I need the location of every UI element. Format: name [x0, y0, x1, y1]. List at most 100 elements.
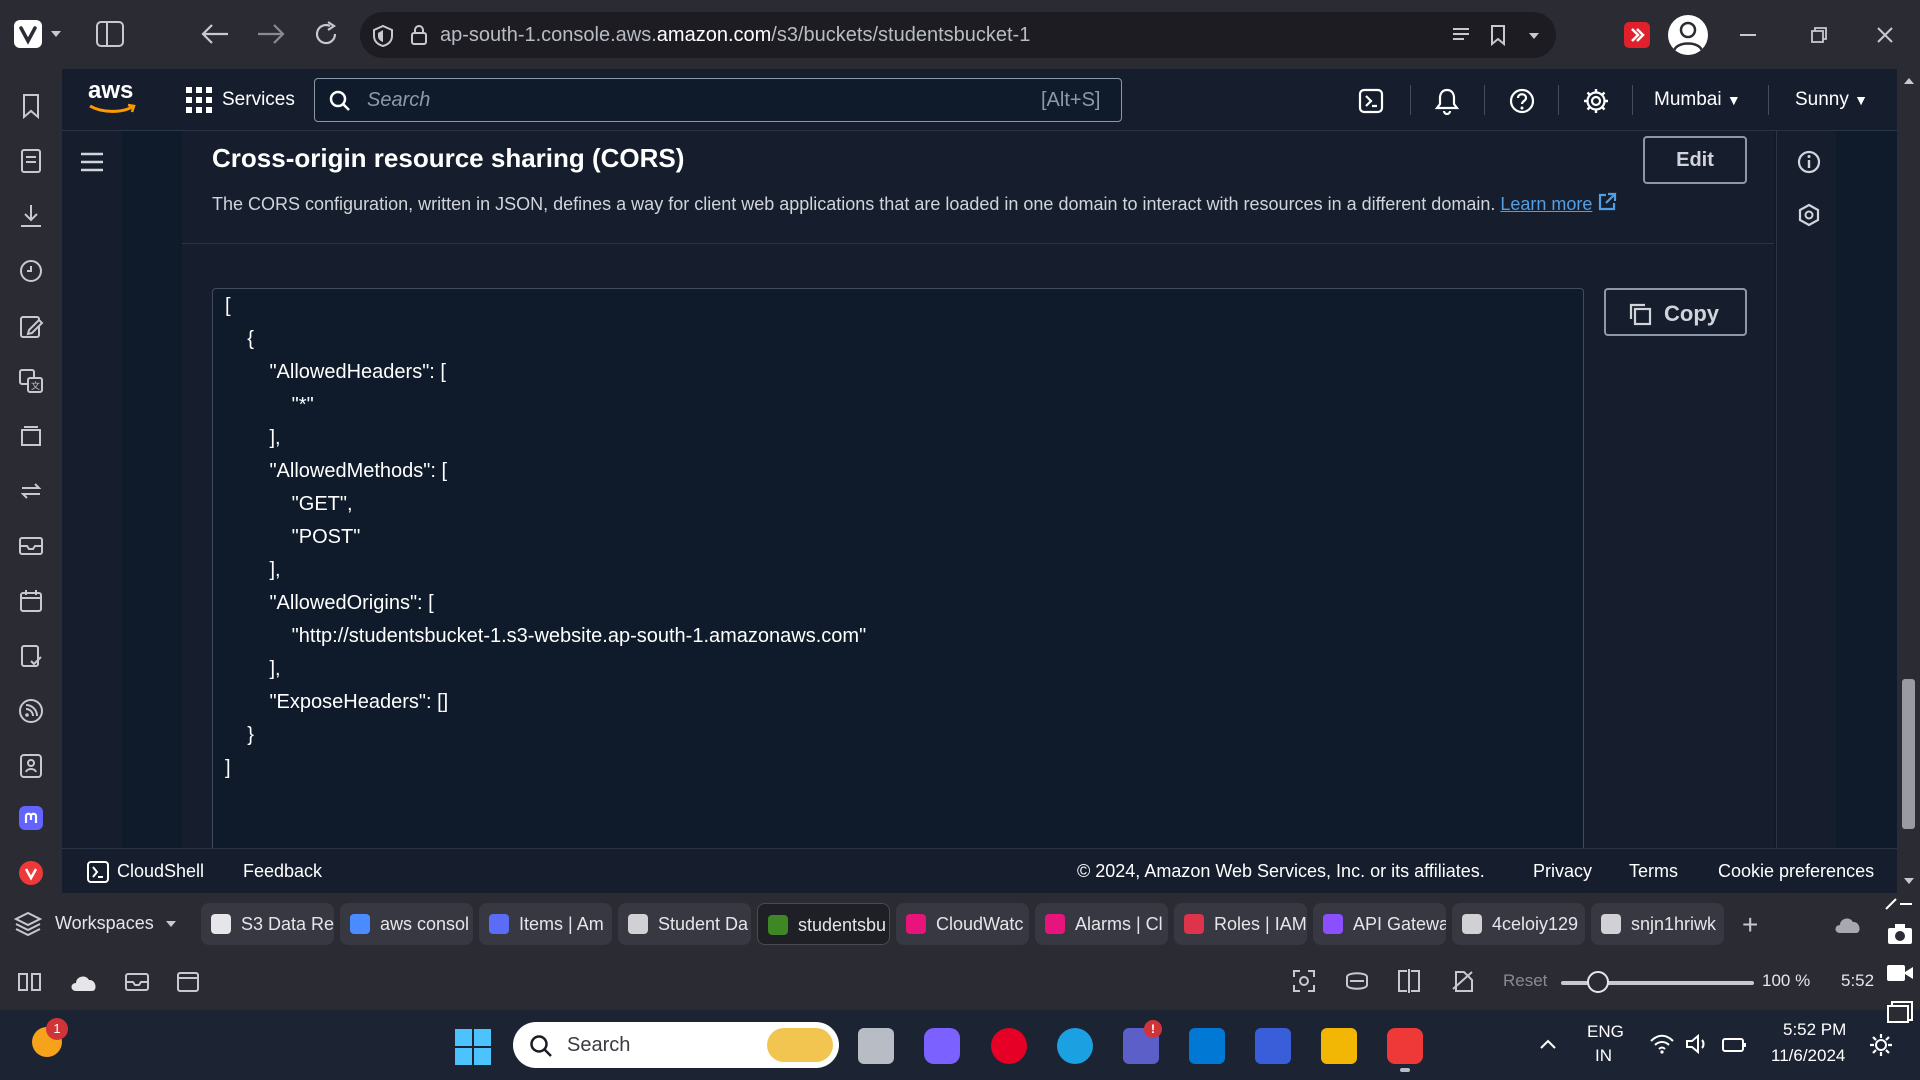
browser-tab[interactable]: Student Da — [618, 903, 751, 945]
profile-avatar-icon[interactable] — [1668, 15, 1708, 55]
zoom-slider-knob[interactable] — [1586, 971, 1609, 993]
reload-icon[interactable] — [312, 20, 340, 48]
downloads-icon[interactable] — [17, 202, 45, 230]
aws-search-input[interactable]: Search [Alt+S] — [314, 78, 1122, 122]
store-icon[interactable] — [1189, 1028, 1225, 1064]
cloudshell-footer-icon[interactable] — [86, 860, 110, 884]
notification-center-icon[interactable] — [1868, 1032, 1894, 1058]
file-explorer-icon[interactable] — [1321, 1028, 1357, 1064]
external-link-icon[interactable] — [1597, 192, 1617, 217]
contacts-icon[interactable] — [17, 752, 45, 780]
translate-icon[interactable]: 文 — [17, 367, 45, 395]
notes-icon[interactable] — [17, 312, 45, 340]
task-view-icon[interactable] — [858, 1028, 894, 1064]
workspaces-icon[interactable] — [14, 911, 42, 937]
screenshot-icon[interactable] — [1292, 969, 1316, 993]
shield-icon[interactable] — [372, 24, 394, 48]
volume-icon[interactable] — [1685, 1034, 1709, 1054]
vivaldi-icon[interactable] — [19, 861, 43, 885]
feedback-link[interactable]: Feedback — [243, 861, 322, 882]
browser-tab[interactable]: aws consol — [340, 903, 473, 945]
terms-link[interactable]: Terms — [1629, 861, 1678, 882]
account-menu[interactable]: Sunny ▼ — [1795, 89, 1868, 111]
image-toggle-icon[interactable] — [1450, 969, 1476, 995]
reading-list-icon[interactable] — [17, 147, 45, 175]
url-text[interactable]: ap-south-1.console.aws.amazon.com/s3/buc… — [440, 24, 1030, 47]
taskbar-date[interactable]: 11/6/2024 — [1771, 1046, 1845, 1066]
panel-toggle-icon[interactable] — [95, 20, 125, 48]
wifi-icon[interactable] — [1649, 1034, 1675, 1054]
settings-gear-icon[interactable] — [1582, 87, 1610, 115]
browser-tab[interactable]: studentsbu — [757, 903, 890, 945]
hamburger-menu-icon[interactable] — [80, 152, 104, 172]
restore-icon[interactable] — [1810, 26, 1828, 44]
workspaces-label[interactable]: Workspaces — [55, 913, 154, 934]
cloudshell-icon[interactable] — [1358, 88, 1384, 114]
calendar-icon[interactable] — [17, 587, 45, 615]
language-top[interactable]: ENG — [1587, 1022, 1624, 1042]
browser-tab[interactable]: CloudWatc — [896, 903, 1029, 945]
windows-start-icon[interactable] — [455, 1029, 491, 1065]
copy-button[interactable]: Copy — [1604, 288, 1747, 336]
mail-icon[interactable] — [17, 532, 45, 560]
close-icon[interactable] — [1876, 26, 1894, 44]
bookmarks-panel-icon[interactable] — [17, 92, 45, 120]
vivaldi-taskbar-icon[interactable] — [1387, 1028, 1423, 1064]
browser-tab[interactable]: Alarms | Cl — [1035, 903, 1168, 945]
panel-toggle-icon[interactable] — [18, 973, 42, 991]
window-panel-icon[interactable] — [17, 422, 45, 450]
edge-icon[interactable] — [1057, 1028, 1093, 1064]
services-menu[interactable]: Services — [222, 89, 295, 111]
taskbar-time[interactable]: 5:52 PM — [1783, 1020, 1846, 1040]
browser-tab[interactable]: S3 Data Re — [201, 903, 334, 945]
window-snip-icon[interactable] — [1886, 1000, 1914, 1024]
chevron-down-icon[interactable] — [1528, 32, 1540, 40]
sync-icon[interactable] — [17, 477, 45, 505]
back-icon[interactable] — [200, 22, 230, 46]
calendar-icon[interactable] — [176, 969, 200, 993]
snip-pen-icon[interactable] — [1884, 895, 1914, 913]
edit-button[interactable]: Edit — [1643, 136, 1747, 184]
region-selector[interactable]: Mumbai ▼ — [1654, 89, 1741, 111]
chevron-down-icon[interactable] — [50, 30, 62, 38]
extension-icon[interactable] — [1624, 22, 1650, 48]
services-grid-icon[interactable] — [186, 87, 212, 113]
cloud-sync-icon[interactable] — [1832, 913, 1864, 935]
tiling-icon[interactable] — [1396, 969, 1422, 993]
video-record-icon[interactable] — [1886, 962, 1914, 984]
cloud-icon[interactable] — [68, 971, 100, 993]
language-bottom[interactable]: IN — [1595, 1046, 1612, 1066]
opera-icon[interactable] — [991, 1028, 1027, 1064]
info-icon[interactable] — [1797, 150, 1821, 174]
address-bar[interactable]: ap-south-1.console.aws.amazon.com/s3/buc… — [360, 12, 1556, 58]
vivaldi-menu-icon[interactable] — [14, 20, 42, 48]
tasks-icon[interactable] — [17, 642, 45, 670]
zoom-slider[interactable] — [1561, 971, 1754, 993]
aws-logo[interactable]: aws — [88, 79, 138, 115]
scroll-up-icon[interactable] — [1903, 77, 1915, 85]
learn-more-link[interactable]: Learn more — [1500, 194, 1592, 214]
bookmark-icon[interactable] — [1490, 24, 1506, 46]
cloudshell-link[interactable]: CloudShell — [117, 861, 204, 882]
chevron-up-icon[interactable] — [1539, 1038, 1557, 1050]
battery-icon[interactable] — [1721, 1034, 1747, 1054]
history-icon[interactable] — [17, 257, 45, 285]
browser-tab[interactable]: Items | Am — [479, 903, 612, 945]
page-scrollbar[interactable] — [1897, 69, 1920, 893]
cookie-preferences-link[interactable]: Cookie preferences — [1718, 861, 1874, 882]
help-icon[interactable] — [1508, 87, 1536, 115]
mastodon-icon[interactable] — [19, 806, 43, 830]
browser-tab[interactable]: Roles | IAM — [1174, 903, 1307, 945]
chevron-down-icon[interactable] — [165, 920, 177, 928]
minimize-icon[interactable] — [1740, 34, 1756, 36]
browser-tab[interactable]: snjn1hriwk — [1591, 903, 1724, 945]
notifications-bell-icon[interactable] — [1434, 87, 1460, 115]
reader-view-icon[interactable] — [1452, 27, 1470, 43]
new-tab-icon[interactable]: + — [1742, 909, 1758, 941]
scroll-thumb[interactable] — [1902, 679, 1915, 829]
hexagon-tool-icon[interactable] — [1797, 203, 1821, 227]
page-actions-icon[interactable] — [1344, 969, 1370, 993]
browser-tab[interactable]: 4celoiy129 — [1452, 903, 1585, 945]
copilot-icon[interactable] — [924, 1028, 960, 1064]
vscode-icon[interactable] — [1255, 1028, 1291, 1064]
